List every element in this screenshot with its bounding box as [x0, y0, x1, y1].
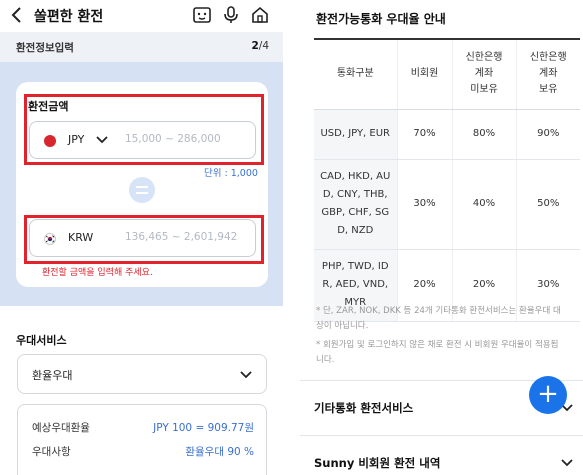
- notes: * 단, ZAR, NOK, DKK 등 24개 기타통화 환전서비스는 환율우…: [316, 304, 566, 372]
- header-cell: 통화구분: [314, 38, 397, 110]
- header-cell: 비회원: [396, 38, 452, 110]
- note-text: * 단, ZAR, NOK, DKK 등 24개 기타통화 환전서비스는 환율우…: [316, 306, 561, 331]
- error-message: 환전할 금액을 입력해 주세요.: [42, 268, 153, 278]
- table-cell: 90%: [515, 109, 580, 160]
- table-header-row: 통화구분 비회원 신한은행 계좌 미보유 신한은행 계좌 보유: [314, 38, 580, 110]
- home-icon[interactable]: [250, 5, 270, 25]
- header-cell: 신한은행 계좌 미보유: [451, 38, 516, 110]
- benefit-select-value[interactable]: 환율우대: [32, 367, 72, 383]
- microphone-icon[interactable]: [221, 5, 241, 25]
- chat-bot-icon[interactable]: [192, 5, 212, 25]
- table-cell: CAD, HKD, AUD, CNY, THB, GBP, CHF, SGD, …: [314, 159, 397, 250]
- amount-label: 환전금액: [28, 100, 69, 113]
- rate-table: 통화구분 비회원 신한은행 계좌 미보유 신한은행 계좌 보유 USD, JPY…: [314, 38, 580, 322]
- info-key: 우대사항: [32, 446, 71, 458]
- step-label: 환전정보입력: [16, 42, 74, 54]
- chevron-down-icon[interactable]: [561, 458, 573, 468]
- exchange-form-screen: 쏠편한 환전 환전정보입력 2/4 환전금액 JPY 15,000 ~ 286,…: [0, 0, 283, 475]
- table-cell: 70%: [396, 109, 452, 160]
- benefit-select[interactable]: 환율우대: [17, 354, 267, 394]
- korea-flag-icon: [44, 233, 56, 245]
- to-amount-placeholder[interactable]: 136,465 ~ 2,601,942: [125, 231, 237, 243]
- table-row: CAD, HKD, AUD, CNY, THB, GBP, CHF, SGD, …: [314, 159, 580, 250]
- benefit-section-title: 우대서비스: [16, 334, 67, 347]
- info-value: JPY 100 = 909.77원: [153, 422, 254, 434]
- benefit-info-box: 예상우대환율 JPY 100 = 909.77원 우대사항 환율우대 90 %: [17, 404, 267, 475]
- table-cell: 30%: [396, 159, 452, 250]
- rate-info-screen: 환전가능통화 우대율 안내 통화구분 비회원 신한은행 계좌 미보유 신한은행 …: [300, 0, 583, 475]
- info-key: 예상우대환율: [32, 422, 90, 434]
- table-cell: 40%: [451, 159, 516, 250]
- step-indicator: 환전정보입력 2/4: [0, 32, 283, 62]
- step-count: 2/4: [251, 40, 269, 52]
- sunny-history-link[interactable]: Sunny 비회원 환전 내역: [314, 455, 440, 471]
- table-cell: 80%: [451, 109, 516, 160]
- other-currency-link[interactable]: 기타통화 환전서비스: [314, 400, 413, 416]
- equals-icon: [129, 177, 155, 203]
- from-currency-code[interactable]: JPY: [68, 133, 84, 146]
- to-currency-code: KRW: [68, 231, 94, 244]
- page-title: 쏠편한 환전: [34, 9, 104, 25]
- chevron-down-icon[interactable]: [96, 135, 108, 145]
- chevron-down-icon[interactable]: [240, 370, 252, 380]
- top-bar: 쏠편한 환전: [0, 0, 283, 32]
- header-cell: 신한은행 계좌 보유: [515, 38, 580, 110]
- note-text: * 회원가입 및 로그인하지 않은 채로 환전 시 비회원 우대율이 적용됩니다…: [316, 340, 559, 365]
- add-fab-button[interactable]: +: [529, 376, 567, 414]
- rate-info-title: 환전가능통화 우대율 안내: [316, 12, 446, 26]
- table-cell: 50%: [515, 159, 580, 250]
- from-amount-placeholder[interactable]: 15,000 ~ 286,000: [125, 133, 221, 145]
- unit-label: 단위 : 1,000: [204, 168, 258, 179]
- to-amount-field[interactable]: KRW 136,465 ~ 2,601,942: [29, 219, 256, 257]
- table-cell: USD, JPY, EUR: [314, 109, 397, 160]
- from-amount-field[interactable]: JPY 15,000 ~ 286,000: [29, 121, 256, 159]
- table-row: USD, JPY, EUR 70% 80% 90%: [314, 109, 580, 160]
- info-value: 환율우대 90 %: [185, 446, 254, 458]
- japan-flag-icon: [44, 135, 56, 147]
- divider: [300, 435, 583, 436]
- back-arrow-icon[interactable]: [8, 6, 26, 24]
